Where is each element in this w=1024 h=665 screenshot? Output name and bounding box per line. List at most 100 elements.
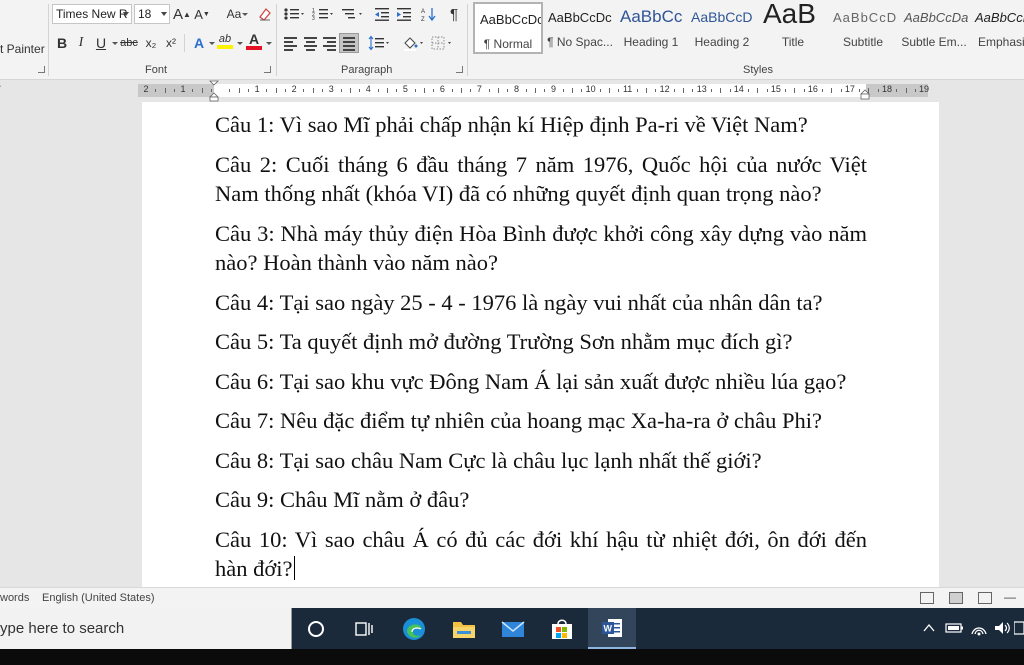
volume-icon[interactable] (993, 619, 1011, 637)
clear-formatting-button[interactable] (256, 4, 274, 24)
ruler-tick (618, 89, 620, 92)
style-title[interactable]: AaB Title (758, 2, 828, 54)
question-paragraph[interactable]: Câu 3: Nhà máy thủy điện Hòa Bình được k… (215, 219, 867, 278)
highlight-button[interactable]: ab (215, 31, 235, 51)
subscript-button[interactable]: x₂ (142, 33, 160, 53)
file-explorer-button[interactable] (440, 608, 488, 649)
right-indent-marker-icon[interactable] (860, 89, 872, 101)
styles-group-label: Styles (743, 64, 773, 76)
font-name-combobox[interactable]: Times New R (52, 4, 132, 24)
font-size-value: 18 (138, 7, 152, 21)
word-count[interactable]: words (0, 592, 29, 604)
style-subtitle[interactable]: AaBbCcD Subtitle (828, 2, 898, 54)
italic-button[interactable]: I (74, 33, 88, 53)
increase-indent-button[interactable] (394, 4, 414, 24)
question-paragraph[interactable]: Câu 4: Tại sao ngày 25 - 4 - 1976 là ngà… (215, 288, 867, 318)
ruler-number: 19 (919, 84, 930, 94)
justify-button[interactable] (339, 33, 359, 53)
font-color-button[interactable]: A (244, 31, 264, 51)
ruler-number: 18 (881, 84, 893, 94)
edge-button[interactable] (390, 608, 438, 649)
ribbon: t Painter Times New R 18 A ▲ A ▼ Aa B I U … (0, 0, 1024, 80)
multilevel-list-button[interactable] (339, 4, 365, 24)
taskbar-search-box[interactable]: ype here to search (0, 608, 292, 649)
bold-button[interactable]: B (55, 33, 69, 53)
style-name: Subtitle (842, 35, 884, 49)
show-formatting-button[interactable]: ¶ (446, 4, 462, 24)
cortana-button[interactable] (292, 608, 340, 649)
line-spacing-button[interactable] (366, 33, 392, 53)
battery-icon[interactable] (945, 621, 965, 635)
shading-button[interactable] (400, 33, 426, 53)
ruler-tick (692, 89, 694, 92)
align-center-button[interactable] (301, 33, 321, 53)
question-paragraph[interactable]: Câu 8: Tại sao châu Nam Cực là châu lục … (215, 446, 867, 476)
bullets-button[interactable] (281, 4, 307, 24)
first-line-indent-marker-icon[interactable] (0, 80, 5, 102)
word-window: t Painter Times New R 18 A ▲ A ▼ Aa B I U … (0, 0, 1024, 665)
shrink-font-button[interactable]: A ▼ (194, 4, 210, 24)
chevron-down-icon[interactable] (237, 42, 243, 45)
chevron-up-icon[interactable] (922, 622, 936, 634)
question-paragraph[interactable]: Câu 5: Ta quyết định mở đường Trường Sơn… (215, 327, 867, 357)
ime-language-icon[interactable] (1014, 620, 1024, 636)
paragraph-dialog-launcher-icon[interactable] (456, 66, 463, 73)
ruler-tick (572, 88, 574, 93)
decrease-indent-button[interactable] (372, 4, 392, 24)
ruler-tick (396, 89, 398, 92)
text-effects-button[interactable]: A (190, 33, 208, 53)
align-left-button[interactable] (281, 33, 301, 53)
question-paragraph[interactable]: Câu 7: Nêu đặc điểm tự nhiên của hoang m… (215, 406, 867, 436)
underline-button[interactable]: U (93, 33, 109, 53)
store-button[interactable] (538, 608, 586, 649)
word-taskbar-button[interactable]: W (588, 608, 636, 649)
style-heading-2[interactable]: AaBbCcD Heading 2 (687, 2, 757, 54)
ruler-number: 5 (402, 84, 408, 94)
style-heading-1[interactable]: AaBbCc Heading 1 (616, 2, 686, 54)
mail-button[interactable] (489, 608, 537, 649)
document-page[interactable]: Câu 1: Vì sao Mĩ phải chấp nhận kí Hiệp … (142, 102, 939, 587)
ruler-tick (423, 88, 425, 93)
chevron-down-icon[interactable] (266, 42, 272, 45)
ruler-tick (840, 89, 842, 92)
format-painter-button[interactable]: t Painter (0, 42, 45, 56)
style-subtle-emphasis[interactable]: AaBbCcDa Subtle Em... (899, 2, 969, 54)
ruler-tick (229, 89, 231, 92)
question-paragraph[interactable]: Câu 9: Châu Mĩ nằm ở đâu? (215, 485, 867, 515)
ruler-tick (581, 89, 583, 92)
print-layout-icon[interactable] (949, 592, 963, 604)
borders-button[interactable] (428, 33, 454, 53)
style-normal[interactable]: AaBbCcDc ¶ Normal (473, 2, 543, 54)
clipboard-launcher-icon[interactable] (38, 66, 45, 73)
sort-button[interactable]: AZ (420, 4, 438, 24)
question-paragraph[interactable]: Câu 6: Tại sao khu vực Đông Nam Á lại sả… (215, 367, 867, 397)
change-case-button[interactable]: Aa (220, 4, 248, 24)
style-emphasis[interactable]: AaBbCcD Emphasi (970, 2, 1024, 54)
question-paragraph[interactable]: Câu 1: Vì sao Mĩ phải chấp nhận kí Hiệp … (215, 110, 867, 140)
question-paragraph[interactable]: Câu 2: Cuối tháng 6 đầu tháng 7 năm 1976… (215, 150, 867, 209)
underline-icon: U (95, 35, 107, 51)
grow-font-button[interactable]: A ▲ (173, 4, 191, 24)
language-indicator[interactable]: English (United States) (42, 592, 155, 604)
ruler-tick (599, 89, 601, 92)
strikethrough-icon: abc (120, 37, 138, 49)
font-dialog-launcher-icon[interactable] (264, 66, 271, 73)
style-no-spacing[interactable]: AaBbCcDc ¶ No Spac... (545, 2, 615, 54)
font-size-combobox[interactable]: 18 (134, 4, 170, 24)
document-body[interactable]: Câu 1: Vì sao Mĩ phải chấp nhận kí Hiệp … (215, 110, 867, 587)
document-canvas[interactable]: Câu 1: Vì sao Mĩ phải chấp nhận kí Hiệp … (0, 102, 1024, 587)
strikethrough-button[interactable]: abc (118, 33, 140, 53)
bullet-list-icon (284, 8, 304, 20)
read-mode-icon[interactable] (920, 592, 934, 604)
question-paragraph-last[interactable]: Câu 10: Vì sao châu Á có đủ các đới khí … (215, 525, 867, 584)
wifi-icon[interactable] (970, 619, 988, 637)
numbering-button[interactable]: 123 (310, 4, 336, 24)
ruler-tick (359, 89, 361, 92)
superscript-button[interactable]: x² (162, 33, 180, 53)
task-view-button[interactable] (340, 608, 388, 649)
indent-marker-icon[interactable] (209, 80, 221, 102)
ruler-tick (470, 89, 472, 92)
align-right-button[interactable] (320, 33, 340, 53)
web-layout-icon[interactable] (978, 592, 992, 604)
zoom-out-button[interactable]: — (1004, 590, 1016, 604)
